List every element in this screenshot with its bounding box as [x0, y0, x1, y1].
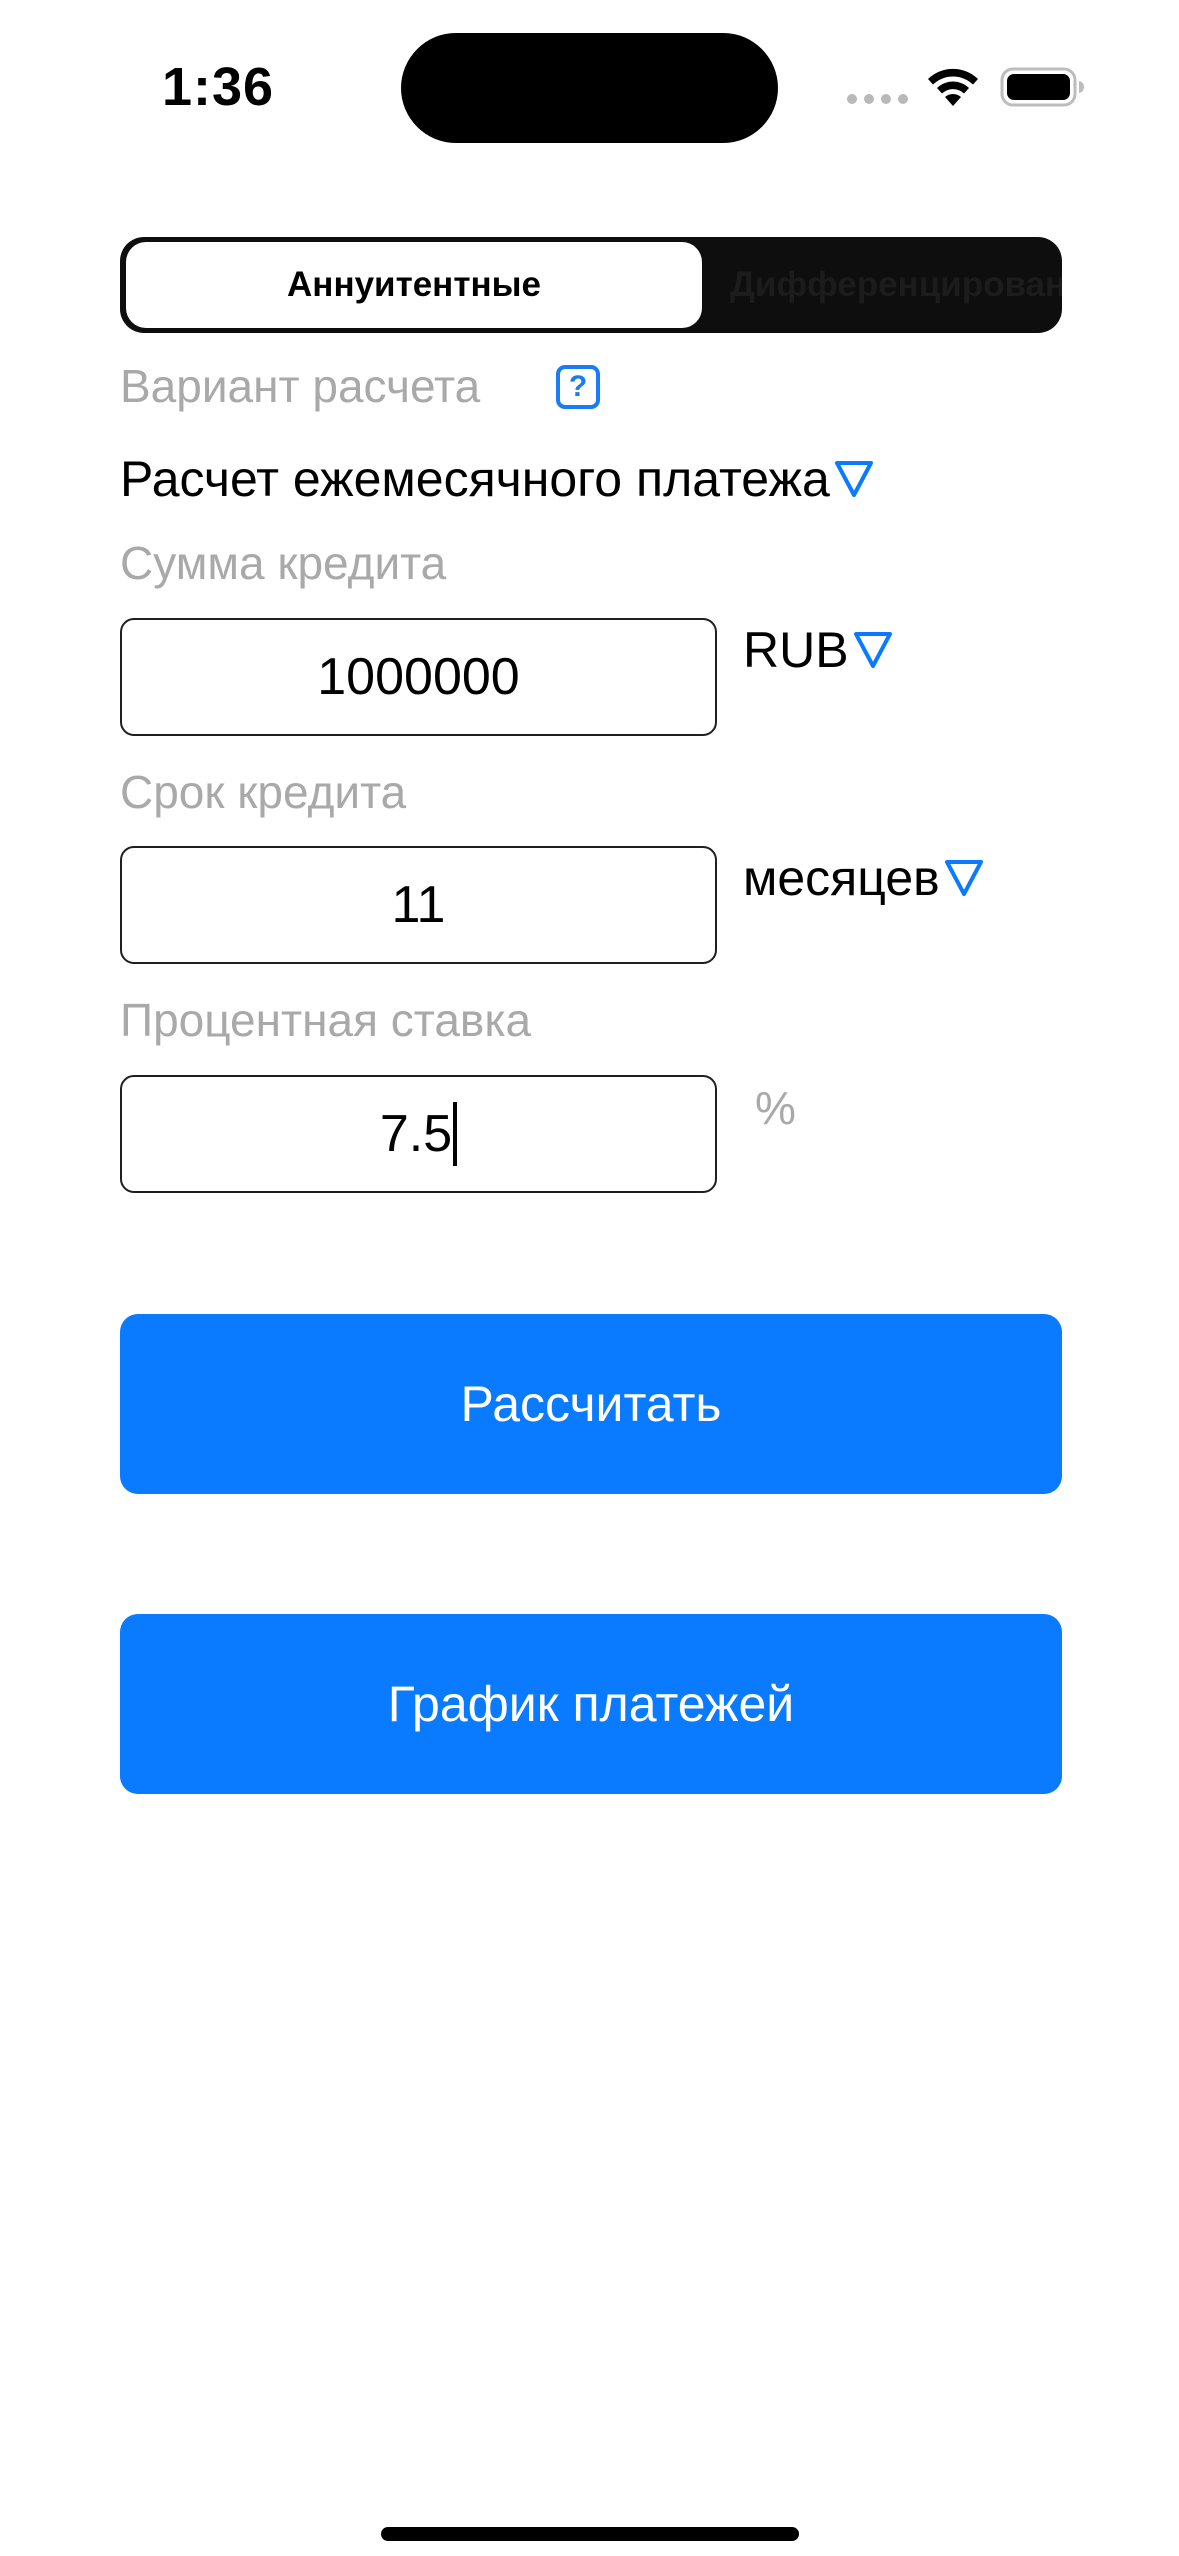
- currency-value: RUB: [743, 622, 849, 678]
- payment-type-segmented-control: Аннуитентные Дифференцированные: [120, 237, 1062, 333]
- calc-variant-label: Вариант расчета: [120, 360, 481, 412]
- loan-term-label: Срок кредита: [120, 766, 407, 818]
- payment-schedule-button[interactable]: График платежей: [120, 1614, 1062, 1794]
- interest-rate-input[interactable]: 7.5: [120, 1075, 717, 1193]
- interest-rate-label: Процентная ставка: [120, 994, 532, 1046]
- wifi-icon: [928, 68, 978, 106]
- loan-amount-input[interactable]: 1000000: [120, 618, 717, 736]
- term-unit-dropdown[interactable]: месяцев: [743, 846, 984, 910]
- calc-variant-value: Расчет ежемесячного платежа: [120, 451, 830, 507]
- status-time: 1:36: [162, 57, 275, 117]
- cellular-signal-icon: [847, 94, 908, 104]
- percent-unit: %: [755, 1082, 796, 1134]
- loan-term-value: 11: [391, 876, 446, 934]
- interest-rate-value: 7.5: [379, 1105, 453, 1163]
- calculate-button[interactable]: Рассчитать: [120, 1314, 1062, 1494]
- dynamic-island: [401, 33, 778, 143]
- loan-term-input[interactable]: 11: [120, 846, 717, 964]
- dropdown-triangle-icon: [834, 461, 873, 497]
- currency-dropdown[interactable]: RUB: [743, 618, 893, 682]
- term-unit-value: месяцев: [743, 850, 940, 906]
- battery-icon: [1000, 67, 1084, 107]
- text-cursor: [453, 1102, 458, 1166]
- help-icon[interactable]: ?: [556, 365, 600, 409]
- calc-variant-dropdown[interactable]: Расчет ежемесячного платежа: [120, 447, 874, 511]
- dropdown-triangle-icon: [944, 860, 983, 896]
- segment-annuity[interactable]: Аннуитентные: [126, 242, 702, 328]
- home-indicator[interactable]: [381, 2527, 799, 2541]
- dropdown-triangle-icon: [853, 632, 892, 668]
- segment-differentiated[interactable]: Дифференцированные: [710, 242, 1062, 328]
- loan-amount-value: 1000000: [317, 648, 520, 706]
- loan-amount-label: Сумма кредита: [120, 537, 447, 589]
